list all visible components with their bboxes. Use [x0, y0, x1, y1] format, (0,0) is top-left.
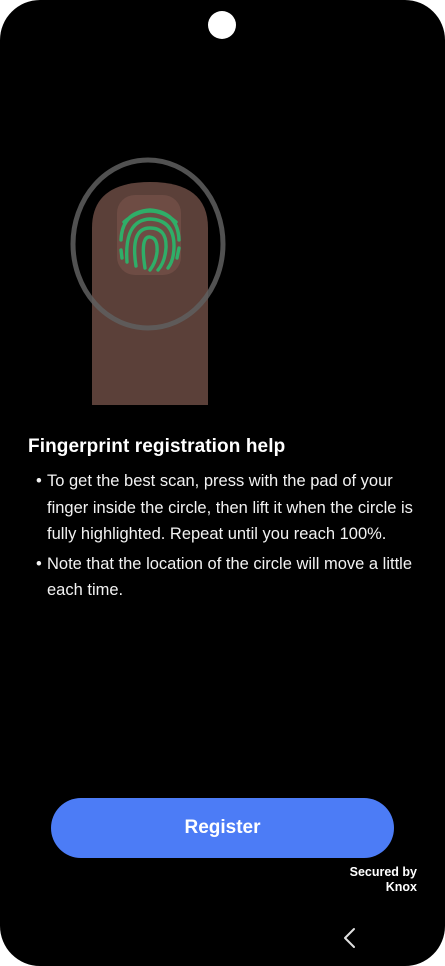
help-item-text: Note that the location of the circle wil…	[47, 554, 413, 600]
bullet-icon: •	[36, 472, 42, 490]
fingerprint-illustration	[70, 157, 226, 405]
help-item: • Note that the location of the circle w…	[36, 551, 416, 604]
knox-line: Knox	[385, 880, 417, 894]
help-item-text: To get the best scan, press with the pad…	[47, 472, 413, 543]
secured-by-knox: Secured by Knox	[350, 865, 417, 895]
help-list: • To get the best scan, press with the p…	[36, 468, 416, 607]
bullet-icon: •	[36, 554, 42, 573]
secured-line: Secured by	[349, 865, 417, 879]
help-title: Fingerprint registration help	[28, 436, 286, 457]
phone-screen: Fingerprint registration help • To get t…	[0, 0, 445, 966]
help-item: • To get the best scan, press with the p…	[36, 468, 416, 548]
chevron-left-icon[interactable]	[338, 924, 362, 952]
register-button[interactable]: Register	[51, 798, 394, 858]
